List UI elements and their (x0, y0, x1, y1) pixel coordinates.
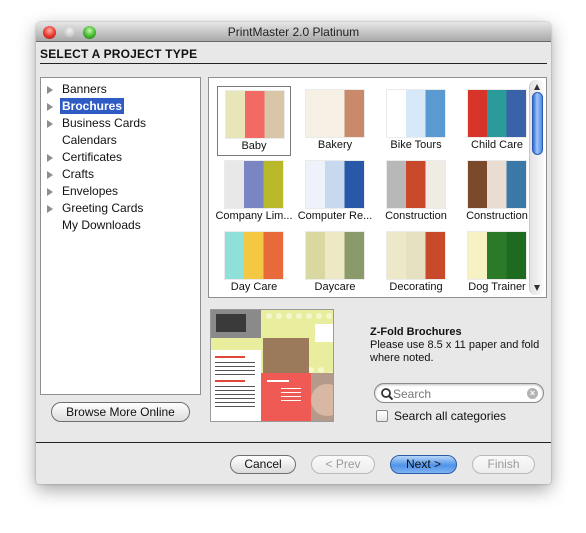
clear-search-icon[interactable]: × (527, 388, 538, 399)
template-label: Baby (241, 140, 267, 152)
category-list[interactable]: Banners Brochures Business Cards Calendars C… (40, 77, 201, 395)
template-thumbnail (226, 91, 284, 138)
template-thumbnail (468, 161, 526, 208)
template-label: Child Care (471, 139, 523, 151)
category-label: Business Cards (62, 116, 147, 130)
template-label: Construction (385, 210, 447, 222)
category-label: Banners (62, 82, 107, 96)
project-type-dialog: PrintMaster 2.0 Platinum SELECT A PROJEC… (36, 22, 551, 484)
template-thumbnail (225, 161, 283, 208)
category-label: Envelopes (62, 184, 119, 198)
category-item[interactable]: Brochures (41, 98, 200, 115)
category-item[interactable]: Crafts (41, 166, 200, 183)
search-input[interactable] (393, 386, 523, 401)
search-all-categories-label[interactable]: Search all categories (394, 409, 506, 423)
template-description-title: Z-Fold Brochures (370, 326, 462, 338)
template-label: Company Lim... (215, 210, 293, 222)
template-tile[interactable]: Computer Re... (298, 157, 372, 227)
template-thumbnail (387, 161, 445, 208)
category-item[interactable]: Envelopes (41, 183, 200, 200)
template-thumbnail (468, 90, 526, 137)
cancel-button[interactable]: Cancel (230, 455, 296, 474)
template-label: Daycare (314, 281, 356, 293)
template-label: Bike Tours (390, 139, 442, 151)
template-label: Decorating (389, 281, 443, 293)
template-thumbnail (225, 232, 283, 279)
template-tile[interactable]: Decorating (379, 228, 453, 298)
template-tile[interactable]: Daycare (298, 228, 372, 298)
category-label: Greeting Cards (62, 201, 144, 215)
section-heading: SELECT A PROJECT TYPE (40, 46, 547, 64)
disclosure-triangle-icon[interactable] (47, 120, 53, 128)
category-item[interactable]: My Downloads (41, 217, 200, 234)
category-item[interactable]: Certificates (41, 149, 200, 166)
template-preview-image (210, 309, 334, 422)
template-tile[interactable]: Bike Tours (379, 86, 453, 156)
template-label: Dog Trainer (468, 281, 526, 293)
template-tile[interactable]: Day Care (217, 228, 291, 298)
next-button[interactable]: Next > (390, 455, 457, 474)
disclosure-triangle-icon[interactable] (47, 86, 53, 94)
title-bar[interactable]: PrintMaster 2.0 Platinum (36, 22, 551, 42)
template-label: Bakery (317, 139, 353, 151)
footer-divider (36, 442, 551, 443)
template-thumbnail (387, 232, 445, 279)
template-grid-panel: Baby Bakery Bike Tours Child Care Company Li… (208, 77, 547, 298)
category-item[interactable]: Business Cards (41, 115, 200, 132)
minimize-window-button[interactable] (63, 26, 76, 39)
template-tile[interactable]: Construction (379, 157, 453, 227)
category-label: Calendars (62, 133, 117, 147)
disclosure-triangle-icon[interactable] (47, 205, 53, 213)
close-window-button[interactable] (43, 26, 56, 39)
window-title: PrintMaster 2.0 Platinum (227, 25, 360, 39)
template-tile[interactable]: Baby (217, 86, 291, 156)
finish-button[interactable]: Finish (472, 455, 535, 474)
template-tile[interactable]: Company Lim... (215, 157, 293, 227)
scroll-down-arrow-icon[interactable] (534, 285, 540, 291)
template-tile[interactable]: Bakery (298, 86, 372, 156)
prev-button[interactable]: < Prev (311, 455, 375, 474)
template-tile[interactable]: Dog Trainer (460, 228, 534, 298)
category-label: Crafts (62, 167, 95, 181)
category-item[interactable]: Greeting Cards (41, 200, 200, 217)
category-label: Brochures (60, 98, 125, 114)
template-label: Computer Re... (297, 210, 373, 222)
template-label: Day Care (230, 281, 278, 293)
disclosure-triangle-icon[interactable] (47, 188, 53, 196)
search-field[interactable]: × (374, 383, 544, 403)
template-scrollbar[interactable] (529, 80, 544, 295)
template-tile[interactable]: Construction (460, 157, 534, 227)
template-label: Construction (466, 210, 528, 222)
template-thumbnail (387, 90, 445, 137)
template-description-body: Please use 8.5 x 11 paper and fold where… (370, 339, 540, 364)
disclosure-triangle-icon[interactable] (47, 154, 53, 162)
template-thumbnail (468, 232, 526, 279)
preview-artwork (211, 310, 333, 421)
category-item[interactable]: Banners (41, 81, 200, 98)
category-label: Certificates (62, 150, 123, 164)
search-icon (381, 388, 394, 401)
template-thumbnail (306, 161, 364, 208)
template-thumbnail (306, 232, 364, 279)
search-all-categories-checkbox[interactable] (376, 410, 388, 422)
browse-more-online-button[interactable]: Browse More Online (51, 402, 190, 422)
scroll-up-arrow-icon[interactable] (534, 84, 540, 90)
template-tile[interactable]: Child Care (460, 86, 534, 156)
template-thumbnail (306, 90, 364, 137)
scrollbar-thumb[interactable] (532, 92, 543, 155)
category-label: My Downloads (62, 218, 141, 232)
zoom-window-button[interactable] (83, 26, 96, 39)
category-item[interactable]: Calendars (41, 132, 200, 149)
disclosure-triangle-icon[interactable] (47, 103, 53, 111)
disclosure-triangle-icon[interactable] (47, 171, 53, 179)
